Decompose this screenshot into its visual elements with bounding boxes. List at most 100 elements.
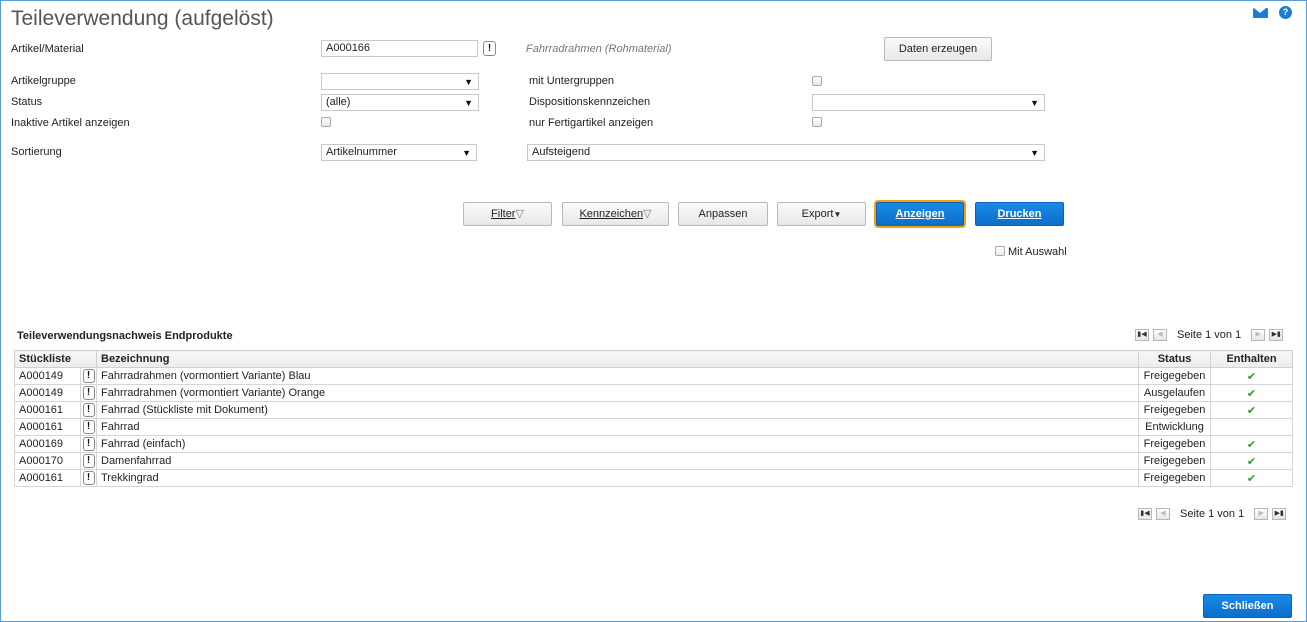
cell-stueckliste[interactable]: A000161 (14, 418, 81, 436)
info-button[interactable]: ! (82, 471, 95, 485)
caret-down-icon: ▼ (833, 210, 842, 219)
cell-bezeichnung[interactable]: Fahrradrahmen (vormontiert Variante) Bla… (96, 367, 1139, 385)
usage-table: Stückliste Bezeichnung Status Enthalten … (14, 350, 1293, 487)
anzeigen-label: Anzeigen (895, 208, 945, 220)
chevron-down-icon: ▼ (464, 98, 473, 108)
checkmark-icon: ✔ (1246, 438, 1257, 451)
cell-bezeichnung[interactable]: Fahrrad (Stückliste mit Dokument) (96, 401, 1139, 419)
cell-status[interactable]: Freigegeben (1138, 401, 1211, 419)
info-button[interactable]: ! (82, 386, 95, 400)
richtung-value: Aufsteigend (532, 146, 591, 158)
table-row[interactable]: A000149! Fahrradrahmen (vormontiert Varia… (14, 367, 1293, 385)
prev-page-icon[interactable]: ◀ (1156, 508, 1170, 520)
mit-auswahl-checkbox[interactable] (995, 246, 1005, 256)
cell-stueckliste[interactable]: A000149 (14, 367, 81, 385)
anzeigen-button[interactable]: Anzeigen (876, 202, 964, 226)
cell-status[interactable]: Entwicklung (1138, 418, 1211, 436)
filter-label: Filter (491, 208, 516, 220)
inaktive-checkbox[interactable] (321, 117, 331, 127)
drucken-label: Drucken (997, 208, 1042, 220)
cell-stueckliste[interactable]: A000161 (14, 401, 81, 419)
cell-info: ! (80, 384, 97, 402)
help-icon[interactable]: ? (1279, 6, 1292, 19)
table-row[interactable]: A000161! Trekkingrad Freigegeben ✔ (14, 469, 1293, 487)
table-row[interactable]: A000170! Damenfahrrad Freigegeben ✔ (14, 452, 1293, 470)
page-title: Teileverwendung (aufgelöst) (11, 7, 274, 30)
fertigartikel-checkbox[interactable] (812, 117, 822, 127)
cell-bezeichnung[interactable]: Trekkingrad (96, 469, 1139, 487)
table-row[interactable]: A000161! Fahrrad Entwicklung (14, 418, 1293, 436)
cell-stueckliste[interactable]: A000149 (14, 384, 81, 402)
cell-enthalten: ✔ (1210, 384, 1293, 402)
last-page-icon[interactable]: ▶▮ (1269, 329, 1284, 341)
help-glyph: ? (1282, 7, 1289, 17)
info-button[interactable]: ! (82, 420, 95, 434)
cell-stueckliste[interactable]: A000161 (14, 469, 81, 487)
anpassen-button[interactable]: Anpassen (678, 202, 768, 226)
table-row[interactable]: A000169! Fahrrad (einfach) Freigegeben ✔ (14, 435, 1293, 453)
pager-bottom: ▮◀ ◀ Seite 1 von 1 ▶ ▶▮ (1138, 508, 1287, 520)
daten-erzeugen-button[interactable]: Daten erzeugen (884, 37, 992, 61)
export-label: Export (801, 208, 834, 220)
cell-stueckliste[interactable]: A000170 (14, 452, 81, 470)
col-header-enthalten[interactable]: Enthalten (1210, 350, 1293, 368)
chevron-down-icon: ▼ (462, 148, 471, 158)
first-page-icon[interactable]: ▮◀ (1135, 329, 1149, 341)
dispo-select[interactable]: ▼ (812, 94, 1045, 111)
funnel-icon: ▽ (643, 208, 652, 220)
artikel-input[interactable]: A000166 (321, 40, 478, 57)
status-value: (alle) (326, 96, 351, 108)
checkmark-icon: ✔ (1246, 455, 1257, 468)
export-button[interactable]: Export▼ (777, 202, 866, 226)
drucken-button[interactable]: Drucken (975, 202, 1064, 226)
mit-untergruppen-checkbox[interactable] (812, 76, 822, 86)
sortierung-select[interactable]: Artikelnummer ▼ (321, 144, 477, 161)
prev-page-icon[interactable]: ◀ (1153, 329, 1167, 341)
checkmark-icon: ✔ (1246, 370, 1257, 383)
info-button[interactable]: ! (82, 369, 95, 383)
artikel-info-button[interactable]: ! (483, 41, 496, 56)
cell-bezeichnung[interactable]: Damenfahrrad (96, 452, 1139, 470)
artikel-description: Fahrradrahmen (Rohmaterial) (526, 43, 672, 55)
inaktive-label: Inaktive Artikel anzeigen (11, 117, 130, 129)
kennzeichen-button[interactable]: Kennzeichen▽ (562, 202, 669, 226)
artikelgruppe-select[interactable]: ▼ (321, 73, 479, 90)
cell-enthalten: ✔ (1210, 452, 1293, 470)
checkmark-icon: ✔ (1246, 387, 1257, 400)
fertigartikel-label: nur Fertigartikel anzeigen (529, 117, 654, 129)
richtung-select[interactable]: Aufsteigend ▼ (527, 144, 1045, 161)
schliessen-button[interactable]: Schließen (1203, 594, 1292, 618)
next-page-icon[interactable]: ▶ (1251, 329, 1266, 341)
mail-icon[interactable] (1253, 8, 1268, 18)
cell-status[interactable]: Freigegeben (1138, 469, 1211, 487)
cell-enthalten: ✔ (1210, 469, 1293, 487)
cell-bezeichnung[interactable]: Fahrrad (einfach) (96, 435, 1139, 453)
col-header-bezeichnung[interactable]: Bezeichnung (96, 350, 1139, 368)
sortierung-label: Sortierung (11, 146, 62, 158)
filter-button[interactable]: Filter▽ (463, 202, 552, 226)
last-page-icon[interactable]: ▶▮ (1272, 508, 1287, 520)
cell-stueckliste[interactable]: A000169 (14, 435, 81, 453)
cell-status[interactable]: Freigegeben (1138, 435, 1211, 453)
first-page-icon[interactable]: ▮◀ (1138, 508, 1152, 520)
cell-info: ! (80, 418, 97, 436)
table-body: A000149! Fahrradrahmen (vormontiert Varia… (14, 367, 1293, 487)
chevron-down-icon: ▼ (464, 77, 473, 87)
cell-status[interactable]: Ausgelaufen (1138, 384, 1211, 402)
info-button[interactable]: ! (82, 454, 95, 468)
cell-bezeichnung[interactable]: Fahrrad (96, 418, 1139, 436)
cell-bezeichnung[interactable]: Fahrradrahmen (vormontiert Variante) Ora… (96, 384, 1139, 402)
col-header-status[interactable]: Status (1138, 350, 1211, 368)
info-button[interactable]: ! (82, 403, 95, 417)
cell-info: ! (80, 452, 97, 470)
table-row[interactable]: A000161! Fahrrad (Stückliste mit Dokument… (14, 401, 1293, 419)
info-button[interactable]: ! (82, 437, 95, 451)
next-page-icon[interactable]: ▶ (1254, 508, 1269, 520)
grid-title: Teileverwendungsnachweis Endprodukte (17, 330, 233, 342)
table-row[interactable]: A000149! Fahrradrahmen (vormontiert Varia… (14, 384, 1293, 402)
checkmark-icon: ✔ (1246, 472, 1257, 485)
col-header-stueckliste[interactable]: Stückliste (14, 350, 97, 368)
status-select[interactable]: (alle) ▼ (321, 94, 479, 111)
cell-status[interactable]: Freigegeben (1138, 367, 1211, 385)
cell-status[interactable]: Freigegeben (1138, 452, 1211, 470)
